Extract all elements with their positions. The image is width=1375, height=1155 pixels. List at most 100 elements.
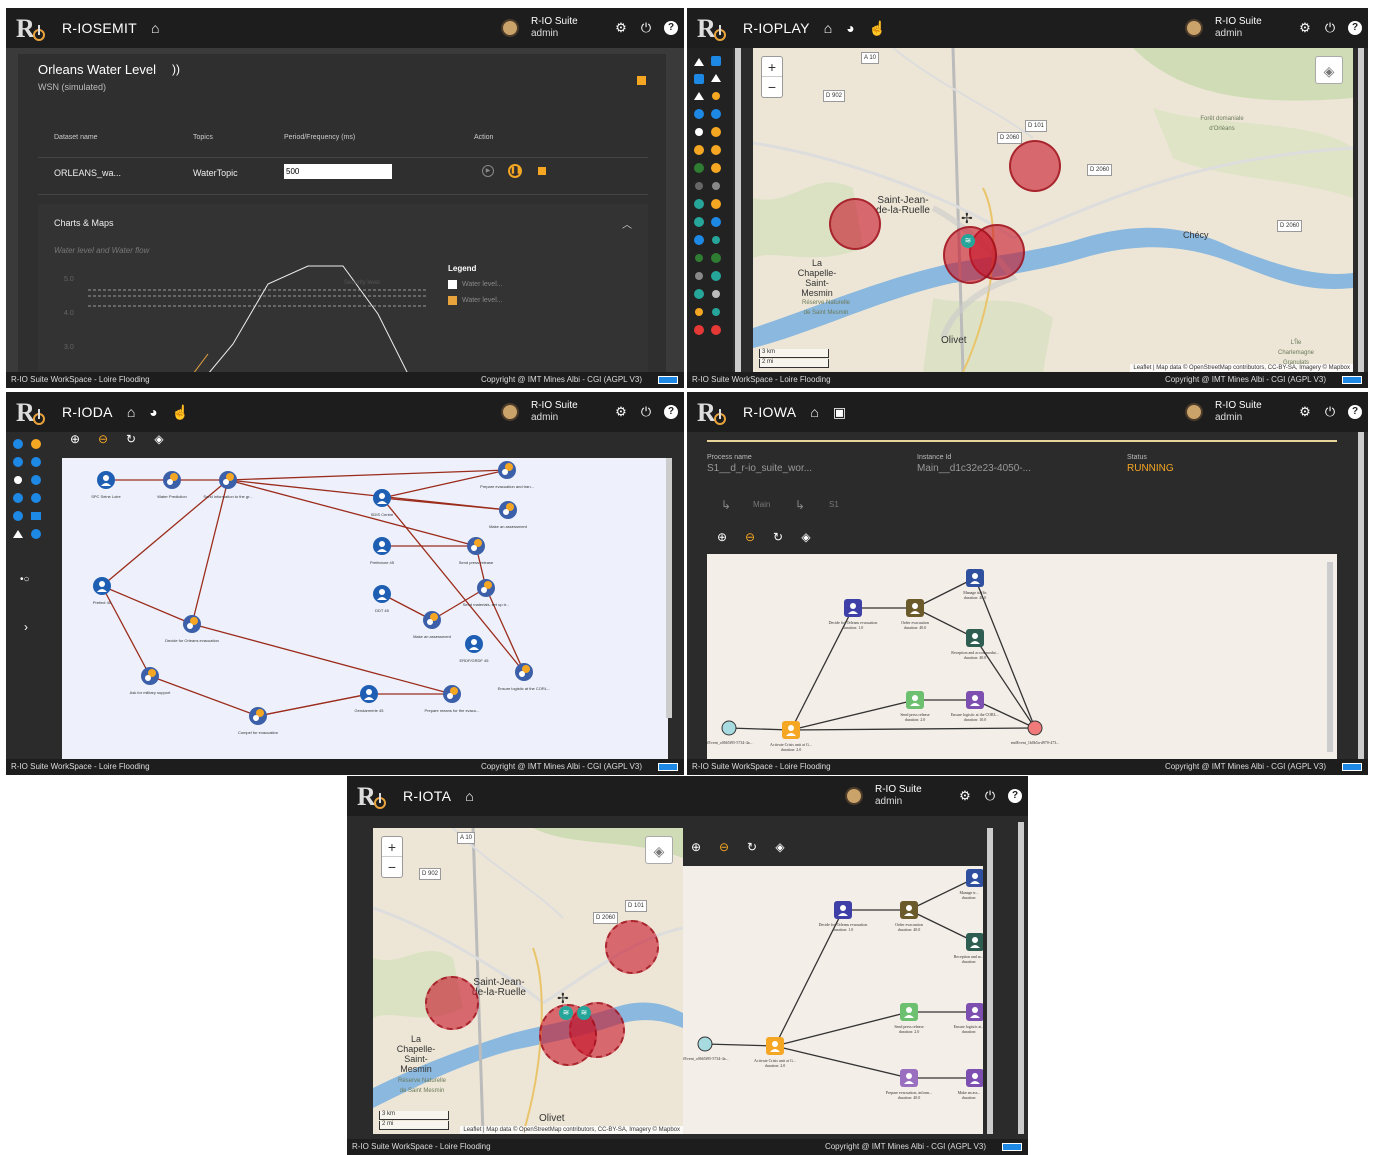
breadcrumb-s1[interactable]: S1 xyxy=(829,500,839,509)
zoom-in-button[interactable]: + xyxy=(382,837,402,857)
monitor-icon[interactable]: ▣ xyxy=(833,404,846,421)
diagram-node[interactable] xyxy=(423,611,441,629)
diagram-node[interactable] xyxy=(498,461,516,479)
workflow-node[interactable] xyxy=(906,691,924,709)
home-icon[interactable]: ⌂ xyxy=(151,20,159,36)
workflow-node[interactable] xyxy=(966,933,983,951)
drone-icon[interactable]: ✢ xyxy=(557,990,569,1007)
flood-zone-marker[interactable] xyxy=(425,976,479,1030)
zoom-in-icon[interactable]: ⊕ xyxy=(68,432,82,446)
breadcrumb-main[interactable]: Main xyxy=(753,500,770,509)
zoom-out-icon[interactable]: ⊖ xyxy=(743,530,757,544)
zoom-in-icon[interactable]: ⊕ xyxy=(689,840,703,854)
help-icon[interactable]: ? xyxy=(1008,789,1022,803)
help-icon[interactable]: ? xyxy=(1348,21,1362,35)
home-icon[interactable]: ⌂ xyxy=(810,404,818,420)
gear-icon[interactable]: ⚙ xyxy=(614,405,628,419)
workflow-node[interactable] xyxy=(966,1003,983,1021)
diagram-node[interactable] xyxy=(141,667,159,685)
play-icon[interactable]: ▶ xyxy=(482,165,494,177)
connector-icon[interactable]: •○ xyxy=(20,574,30,585)
refresh-icon[interactable]: ↻ xyxy=(771,530,785,544)
pointer-icon[interactable]: ☝ xyxy=(869,20,886,37)
layers-icon[interactable]: ◈ xyxy=(799,530,813,544)
workflow-node[interactable] xyxy=(1027,720,1043,736)
diagram-node[interactable] xyxy=(499,501,517,519)
workflow-node[interactable] xyxy=(966,1069,983,1087)
map-view[interactable]: + − ◈ Saint-Jean-de-la-Ruelle Chécy La Ch… xyxy=(753,48,1353,372)
home-icon[interactable]: ⌂ xyxy=(824,20,832,36)
workflow-node[interactable] xyxy=(697,1036,713,1052)
power-icon[interactable]: ⏻ xyxy=(1323,21,1337,35)
page-scrollbar[interactable] xyxy=(1358,432,1364,759)
diagram-node[interactable] xyxy=(477,579,495,597)
layers-icon[interactable]: ◈ xyxy=(773,840,787,854)
diagram-node[interactable] xyxy=(373,537,391,555)
gear-icon[interactable]: ⚙ xyxy=(1298,405,1312,419)
map-view[interactable]: + − ◈ Saint-Jean-de-la-Ruelle La Chapelle… xyxy=(373,828,683,1134)
power-icon[interactable]: ⏻ xyxy=(639,405,653,419)
flood-zone-marker[interactable] xyxy=(605,920,659,974)
layers-button[interactable]: ◈ xyxy=(1315,56,1343,84)
diagram-scrollbar[interactable] xyxy=(666,458,672,718)
user-menu[interactable]: R-IO Suite admin xyxy=(501,400,589,424)
wifi-sensor-icon[interactable]: ≋ xyxy=(961,234,975,248)
workflow-node[interactable] xyxy=(900,1003,918,1021)
gear-icon[interactable]: ⚙ xyxy=(958,789,972,803)
zoom-in-icon[interactable]: ⊕ xyxy=(715,530,729,544)
workflow-diagram[interactable]: Decide for Orleans evacuation duration: 1… xyxy=(707,554,1337,759)
refresh-icon[interactable]: ↻ xyxy=(745,840,759,854)
workflow-node[interactable] xyxy=(834,901,852,919)
workflow-node[interactable] xyxy=(906,599,924,617)
diagram-node[interactable] xyxy=(373,489,391,507)
diagram-node[interactable] xyxy=(163,471,181,489)
diagram-node[interactable] xyxy=(219,471,237,489)
wifi-sensor-icon[interactable]: ≋ xyxy=(577,1006,591,1020)
layers-icon[interactable]: ◈ xyxy=(152,432,166,446)
palette-scrollbar[interactable] xyxy=(735,48,741,372)
diagram-scrollbar[interactable] xyxy=(987,828,993,1134)
layers-button[interactable]: ◈ xyxy=(645,836,673,864)
page-scrollbar[interactable] xyxy=(1018,822,1024,1134)
diagram-node[interactable] xyxy=(249,707,267,725)
diagram-node[interactable] xyxy=(515,663,533,681)
diagram-node[interactable] xyxy=(465,635,483,653)
diagram-scrollbar[interactable] xyxy=(1327,562,1333,752)
flood-zone-marker[interactable] xyxy=(829,198,881,250)
workflow-node[interactable] xyxy=(966,869,983,887)
gear-icon[interactable]: ⚙ xyxy=(614,21,628,35)
process-diagram[interactable]: SPC Seine Loire Water Prediction Send info… xyxy=(62,458,668,759)
palette-icon[interactable]: ◕ xyxy=(846,20,854,36)
diagram-node[interactable] xyxy=(97,471,115,489)
user-menu[interactable]: R-IO Suite admin xyxy=(845,784,933,808)
workflow-node[interactable] xyxy=(966,629,984,647)
diagram-node[interactable] xyxy=(360,685,378,703)
drone-icon[interactable]: ✢ xyxy=(961,210,973,227)
user-menu[interactable]: R-IO Suite admin xyxy=(1185,16,1273,40)
refresh-icon[interactable]: ↻ xyxy=(124,432,138,446)
diagram-node[interactable] xyxy=(373,585,391,603)
stop-square-icon[interactable] xyxy=(637,76,646,85)
workflow-node[interactable] xyxy=(782,721,800,739)
home-icon[interactable]: ⌂ xyxy=(465,788,473,804)
stop-icon[interactable] xyxy=(538,167,546,175)
zoom-out-icon[interactable]: ⊖ xyxy=(96,432,110,446)
pointer-icon[interactable]: ☝ xyxy=(172,404,189,421)
user-menu[interactable]: R-IO Suite admin xyxy=(1185,400,1273,424)
diagram-node[interactable] xyxy=(443,685,461,703)
gear-icon[interactable]: ⚙ xyxy=(1298,21,1312,35)
power-icon[interactable]: ⏻ xyxy=(639,21,653,35)
workflow-node[interactable] xyxy=(721,720,737,736)
period-input[interactable] xyxy=(284,164,392,179)
flood-zone-marker[interactable] xyxy=(1009,140,1061,192)
diagram-node[interactable] xyxy=(93,577,111,595)
chevron-right-icon[interactable]: › xyxy=(24,620,28,634)
wifi-sensor-icon[interactable]: ≋ xyxy=(559,1006,573,1020)
diagram-node[interactable] xyxy=(183,615,201,633)
workflow-diagram[interactable]: Decide for Orleans evacuation duration: 1… xyxy=(683,866,983,1134)
workflow-node[interactable] xyxy=(844,599,862,617)
zoom-out-button[interactable]: − xyxy=(762,77,782,97)
page-scrollbar[interactable] xyxy=(1358,48,1364,372)
workflow-node[interactable] xyxy=(900,1069,918,1087)
power-icon[interactable]: ⏻ xyxy=(1323,405,1337,419)
